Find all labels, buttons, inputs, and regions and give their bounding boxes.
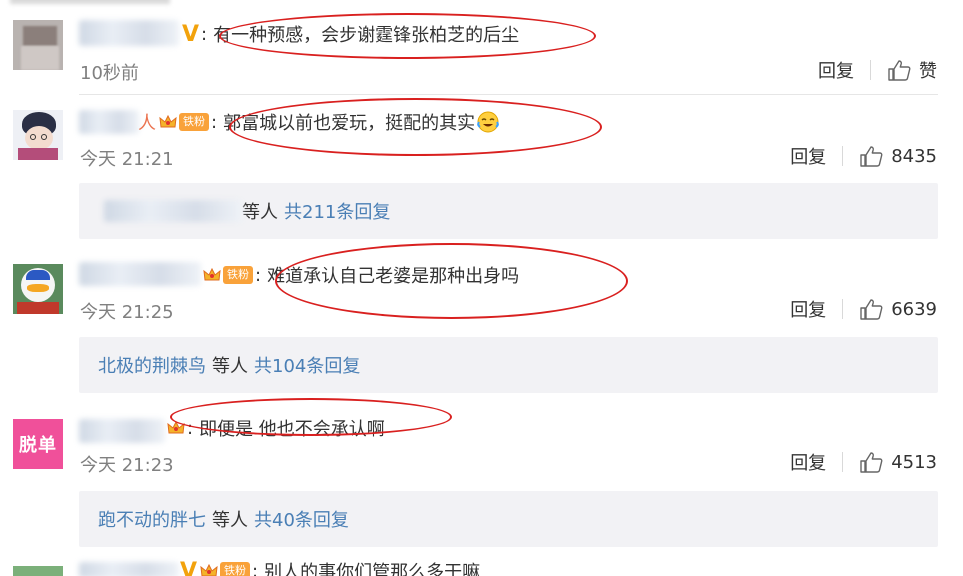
comment-time: 今天 21:25 — [80, 302, 174, 323]
comment-time: 今天 21:21 — [80, 149, 174, 170]
colon: : — [211, 111, 218, 133]
like-count: 6639 — [891, 298, 937, 320]
reply-users-blurred[interactable] — [98, 200, 242, 222]
reply-count-link[interactable]: 共104条回复 — [254, 352, 360, 378]
comment-line: 人 铁粉 : 郭富城以前也爱玩，挺配的其实 — [138, 109, 500, 135]
reply-button[interactable]: 回复 — [790, 143, 826, 169]
like-label: 赞 — [919, 61, 937, 82]
fan-badge-label: 铁粉 — [223, 266, 253, 284]
reply-summary[interactable]: 跑不动的胖七 等人 共40条回复 — [79, 491, 938, 547]
username-blurred[interactable] — [79, 20, 179, 46]
weibo-comment-list: V : 有一种预感，会步谢霆锋张柏芝的后尘 10秒前 回复 赞 人 铁粉: 郭… — [0, 0, 963, 576]
comment-actions: 回复 4513 — [790, 449, 937, 475]
fan-badge-label: 铁粉 — [179, 113, 209, 131]
fan-badge: 铁粉 — [200, 562, 251, 576]
reply-button[interactable]: 回复 — [790, 296, 826, 322]
comment-line: V : 有一种预感，会步谢霆锋张柏芝的后尘 — [180, 21, 519, 47]
colon: : — [255, 264, 262, 286]
thumbs-up-icon — [860, 452, 883, 473]
fan-badge — [167, 419, 185, 437]
like-count: 8435 — [891, 145, 937, 167]
username-blurred[interactable] — [79, 419, 165, 443]
reply-button[interactable]: 回复 — [818, 57, 854, 83]
fan-badge: 铁粉 — [203, 266, 253, 284]
comment-text: 郭富城以前也爱玩，挺配的其实 — [223, 113, 476, 134]
divider — [79, 94, 938, 95]
crown-icon — [203, 267, 221, 281]
reply-button[interactable]: 回复 — [790, 449, 826, 475]
laughing-crying-emoji-icon — [477, 111, 499, 133]
avatar[interactable] — [13, 264, 63, 314]
thumbs-up-icon — [860, 299, 883, 320]
like-count: 4513 — [891, 451, 937, 473]
avatar[interactable] — [13, 110, 63, 160]
username[interactable]: 人 — [138, 109, 156, 135]
colon: : — [201, 23, 208, 45]
like-button[interactable]: 4513 — [859, 451, 937, 473]
colon: : — [252, 560, 259, 576]
thumbs-up-icon — [888, 60, 911, 81]
username-blurred[interactable] — [79, 110, 139, 134]
reply-etc: 等人 — [212, 356, 248, 377]
username-blurred[interactable] — [79, 262, 201, 286]
comment-line: : 即便是 他也不会承认啊 — [164, 415, 385, 441]
comment-text: 即便是 他也不会承认啊 — [199, 419, 385, 440]
divider — [842, 146, 844, 166]
avatar[interactable] — [13, 566, 63, 576]
reply-user-link[interactable]: 北极的荆棘鸟 — [98, 352, 206, 378]
crown-icon — [167, 420, 185, 434]
colon: : — [187, 417, 194, 439]
avatar-text: 脱单 — [19, 435, 57, 456]
comment-actions: 回复 赞 — [818, 57, 937, 83]
divider — [842, 452, 844, 472]
comment-actions: 回复 6639 — [790, 296, 937, 322]
crown-icon — [159, 114, 177, 128]
fan-badge-label: 铁粉 — [220, 562, 251, 576]
divider — [870, 60, 871, 80]
verified-badge: V — [182, 21, 200, 47]
divider — [842, 299, 844, 319]
verified-badge: V — [180, 558, 198, 576]
comment-line: 铁粉 : 难道承认自己老婆是那种出身吗 — [200, 262, 519, 288]
reply-count-link[interactable]: 共211条回复 — [284, 198, 390, 224]
like-button[interactable]: 赞 — [887, 57, 937, 83]
comment-time: 10秒前 — [80, 63, 139, 84]
avatar[interactable] — [13, 20, 63, 70]
reply-user-link[interactable]: 跑不动的胖七 — [98, 506, 206, 532]
like-button[interactable]: 6639 — [859, 298, 937, 320]
fan-badge: 铁粉 — [159, 113, 209, 131]
comment-actions: 回复 8435 — [790, 143, 937, 169]
reply-etc: 等人 — [242, 202, 278, 223]
comment-line: V 铁粉 : 别人的事你们管那么多干嘛 — [178, 558, 480, 576]
cropped-previous-row — [0, 0, 963, 6]
crown-icon — [200, 563, 218, 576]
like-button[interactable]: 8435 — [859, 145, 937, 167]
comment-text: 别人的事你们管那么多干嘛 — [264, 562, 481, 576]
reply-summary[interactable]: 等人 共211条回复 — [79, 183, 938, 239]
thumbs-up-icon — [860, 146, 883, 167]
comment-text: 难道承认自己老婆是那种出身吗 — [267, 266, 520, 287]
comment-text: 有一种预感，会步谢霆锋张柏芝的后尘 — [213, 25, 520, 46]
avatar[interactable]: 脱单 — [13, 419, 63, 469]
reply-etc: 等人 — [212, 510, 248, 531]
reply-count-link[interactable]: 共40条回复 — [254, 506, 349, 532]
reply-summary[interactable]: 北极的荆棘鸟 等人 共104条回复 — [79, 337, 938, 393]
username-blurred[interactable] — [79, 562, 179, 576]
comment-time: 今天 21:23 — [80, 455, 174, 476]
